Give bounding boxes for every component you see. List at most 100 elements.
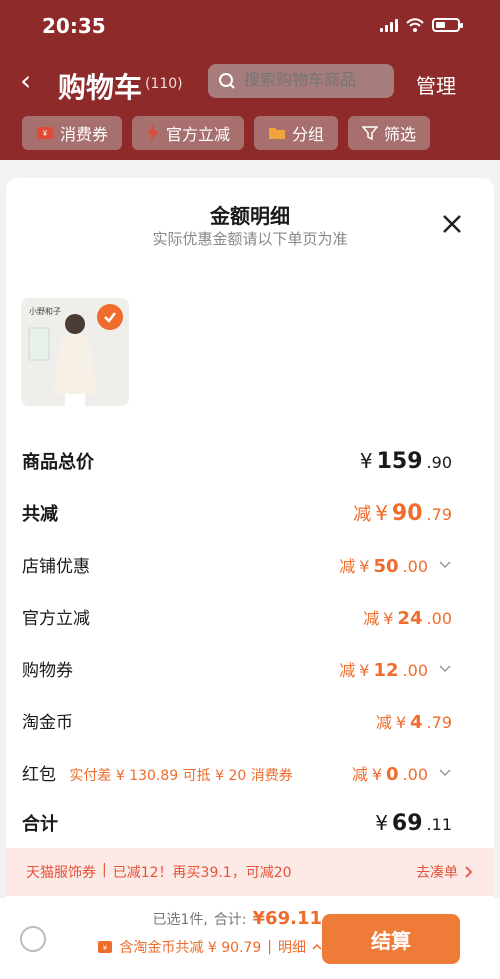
promo-left: 天猫服饰券 <box>26 865 96 881</box>
discount-prefix: 减 <box>339 556 356 576</box>
promo-action-label: 去凑单 <box>416 865 458 881</box>
yen-symbol: ¥ <box>395 712 407 732</box>
voucher-amount: 减 ¥ 12 .00 <box>339 657 452 681</box>
manage-button[interactable]: 管理 <box>416 70 456 99</box>
sheet-subtitle: 实际优惠金额请以下单页为准 <box>152 230 348 248</box>
page-title: 购物车 <box>58 71 143 104</box>
yen-symbol: ¥ <box>375 501 388 525</box>
row-voucher[interactable]: 购物券 减 ¥ 12 .00 <box>22 656 452 681</box>
amount-main: 24 <box>397 607 423 629</box>
chevron-right-icon <box>465 866 473 878</box>
discount-prefix: 减 <box>353 504 372 525</box>
chip-filter[interactable]: 筛选 <box>348 116 431 150</box>
product-thumbnail[interactable]: 小野和子 <box>21 298 129 406</box>
subtotal-amount: ¥ 69 .11 <box>375 811 452 836</box>
coupon-icon: ¥ <box>37 127 53 139</box>
promo-divider: | <box>102 862 107 878</box>
app-bar: 20:35 ‹ 购物车 (110) 管理 <box>0 0 500 160</box>
cart-count: (110) <box>145 76 183 92</box>
yen-symbol: ¥ <box>359 556 370 576</box>
coin-amount: 减 ¥ 4 .79 <box>376 709 452 733</box>
sheet-title: 金额明细 <box>210 204 290 228</box>
row-store-discount[interactable]: 店铺优惠 减 ¥ 50 .00 <box>22 552 452 577</box>
filter-icon <box>362 126 379 141</box>
svg-text:¥: ¥ <box>103 945 107 952</box>
selected-check[interactable] <box>97 304 123 330</box>
chip-official[interactable]: 官方立减 <box>132 116 245 150</box>
amount-main: 90 <box>391 501 423 526</box>
check-icon <box>104 312 116 323</box>
amount-main: 4 <box>410 711 423 733</box>
battery-icon <box>432 18 463 32</box>
amount-main: 159 <box>376 448 423 474</box>
amount-detail-sheet: 金额明细 实际优惠金额请以下单页为准 小野和子 商品总价 ¥ 159 .90 共… <box>6 178 494 979</box>
amount-decimal: .90 <box>426 452 452 472</box>
nav-bar: ‹ 购物车 (110) 管理 <box>0 52 500 112</box>
total-label: 合计: <box>213 912 247 928</box>
yen-symbol: ¥ <box>375 810 388 835</box>
wifi-icon <box>406 18 424 32</box>
amount-decimal: .00 <box>402 660 428 680</box>
official-discount-amount: 减 ¥ 24 .00 <box>363 605 452 629</box>
amount-decimal: .00 <box>426 608 452 628</box>
divider: | <box>267 939 272 955</box>
total-price-label: 商品总价 <box>22 452 94 473</box>
discount-prefix: 减 <box>339 660 356 680</box>
row-redpack[interactable]: 红包 实付差 ¥ 130.89 可抵 ¥ 20 消费券 减 ¥ 0 .00 <box>22 760 452 785</box>
discount-prefix: 减 <box>375 712 392 732</box>
checkout-summary: 已选1件, 合计: ¥69.11 ¥ 含淘金币共减 ¥ 90.79 | 明细 <box>92 908 322 957</box>
filter-chips: ¥ 消费券 官方立减 分组 筛选 <box>0 116 500 156</box>
select-all-radio[interactable] <box>20 926 46 952</box>
chip-coupon-label: 消费券 <box>60 125 109 144</box>
row-coin: 淘金币 减 ¥ 4 .79 <box>22 708 452 734</box>
coupon-icon: ¥ <box>98 941 113 953</box>
back-button[interactable]: ‹ <box>20 64 31 97</box>
promo-text: 天猫服饰券 | 已减12！再买39.1，可减20 <box>26 862 292 882</box>
amount-decimal: .79 <box>426 505 452 524</box>
detail-label: 明细 <box>278 940 306 956</box>
amount-decimal: .79 <box>426 712 452 732</box>
yen-symbol: ¥ <box>359 660 370 680</box>
promo-bar[interactable]: 天猫服饰券 | 已减12！再买39.1，可减20 去凑单 <box>6 848 494 896</box>
chip-group[interactable]: 分组 <box>254 116 339 150</box>
yen-symbol: ¥ <box>359 448 373 473</box>
checkout-button[interactable]: 结算 <box>322 914 460 964</box>
promo-action[interactable]: 去凑单 <box>416 862 474 882</box>
amount-main: 50 <box>373 555 399 577</box>
search-bar[interactable] <box>208 64 394 98</box>
row-total-discount: 共减 减 ¥ 90 .79 <box>22 500 452 526</box>
amount-main: 69 <box>391 810 423 836</box>
chevron-down-icon[interactable] <box>438 558 452 572</box>
chevron-down-icon[interactable] <box>438 766 452 780</box>
row-official-discount: 官方立减 减 ¥ 24 .00 <box>22 604 452 630</box>
folder-icon <box>269 128 286 139</box>
amount-decimal: .11 <box>426 814 452 834</box>
store-discount-amount: 减 ¥ 50 .00 <box>339 553 452 577</box>
subtotal-label: 合计 <box>22 814 58 835</box>
row-subtotal: 合计 ¥ 69 .11 <box>22 810 452 836</box>
svg-text:¥: ¥ <box>42 129 48 138</box>
discount-prefix: 减 <box>351 764 368 784</box>
close-icon[interactable] <box>440 212 464 236</box>
coin-note: 含淘金币共减 ¥ 90.79 <box>119 940 262 956</box>
total-discount-amount: 减 ¥ 90 .79 <box>353 500 452 526</box>
chip-official-label: 官方立减 <box>166 125 231 144</box>
voucher-label: 购物券 <box>22 661 73 681</box>
amount-decimal: .00 <box>402 764 428 784</box>
signal-icon <box>380 18 398 32</box>
discount-prefix: 减 <box>363 608 380 628</box>
total-discount-label: 共减 <box>22 504 58 525</box>
redpack-label: 红包 <box>22 765 56 785</box>
selected-count: 已选1件, <box>152 912 208 928</box>
chevron-down-icon[interactable] <box>438 662 452 676</box>
amount-main: 12 <box>373 659 399 681</box>
chip-coupon[interactable]: ¥ 消费券 <box>22 116 123 150</box>
chevron-up-icon <box>312 943 322 950</box>
thumb-brand: 小野和子 <box>29 307 61 316</box>
search-input[interactable] <box>244 72 394 90</box>
row-total-price: 商品总价 ¥ 159 .90 <box>22 448 452 474</box>
status-time: 20:35 <box>42 14 106 38</box>
redpack-note: 实付差 ¥ 130.89 可抵 ¥ 20 消费券 <box>69 768 293 784</box>
redpack-amount: 减 ¥ 0 .00 <box>352 761 452 785</box>
summary-line-2[interactable]: ¥ 含淘金币共减 ¥ 90.79 | 明细 <box>92 937 322 957</box>
